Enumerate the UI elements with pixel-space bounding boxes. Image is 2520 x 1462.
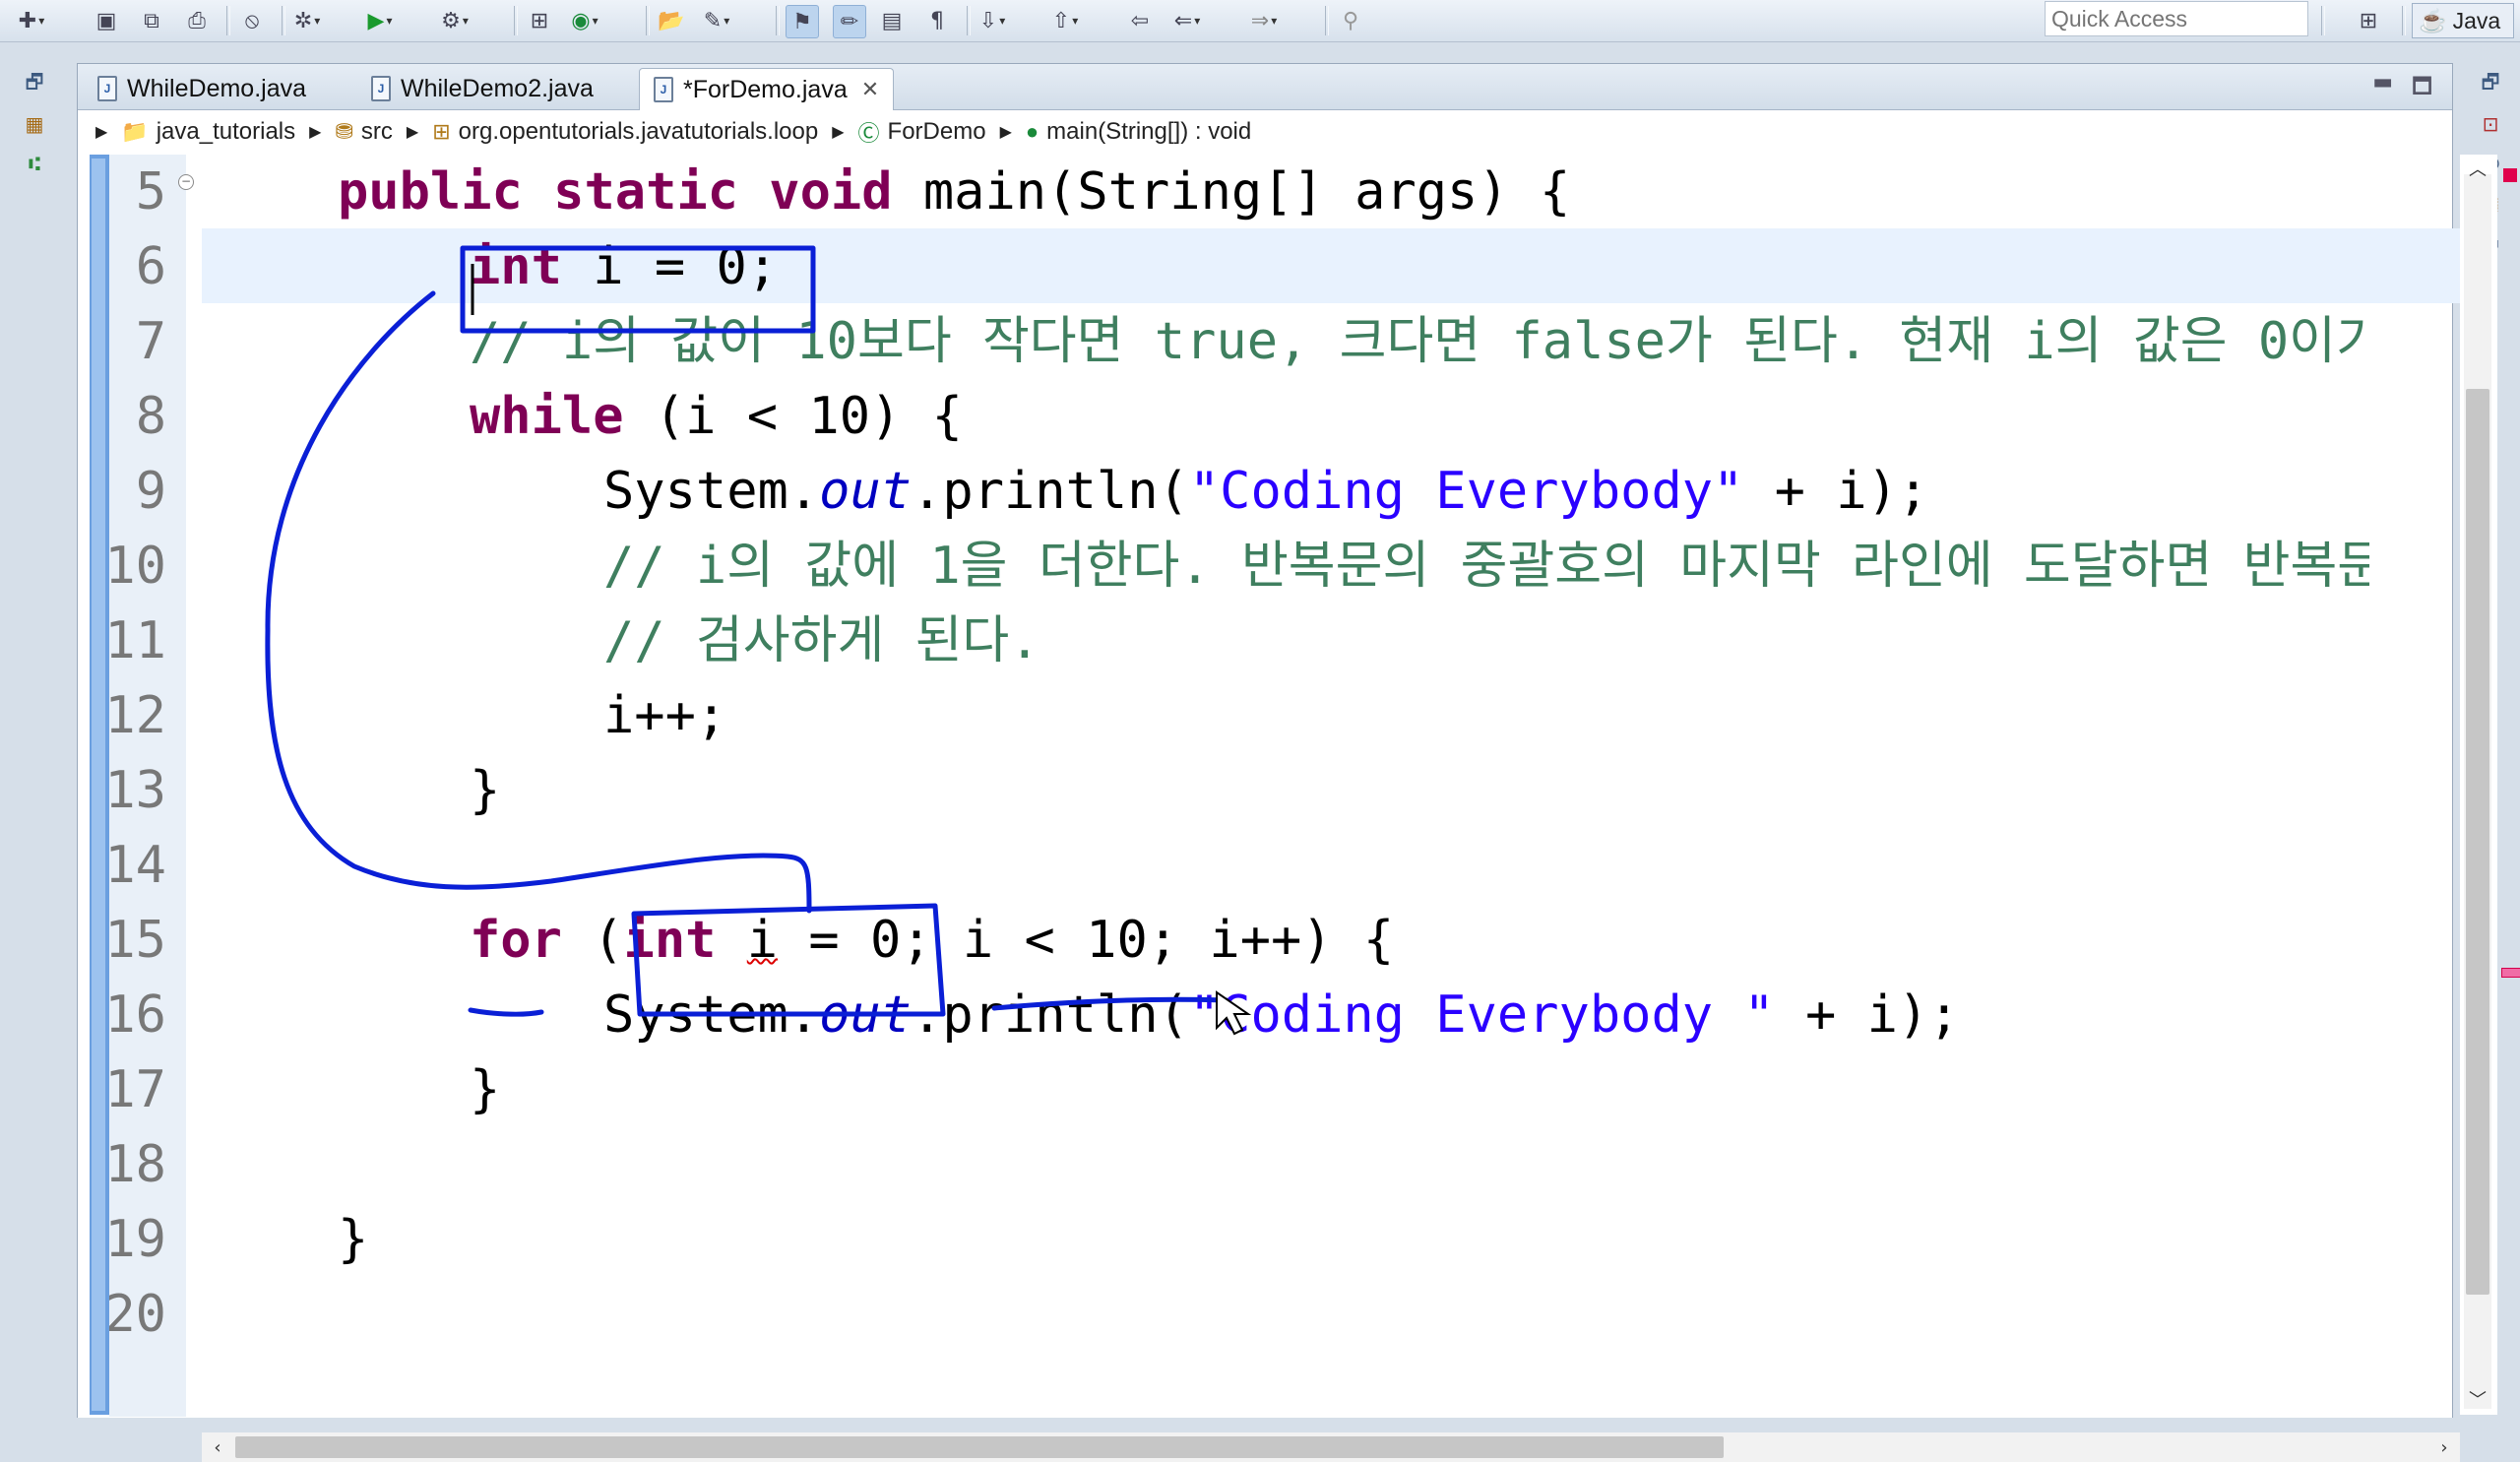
left-trim-stack: 🗗 ▦ ⑆ — [0, 63, 69, 211]
java-file-icon: J — [97, 76, 117, 101]
save-icon[interactable]: ▣ — [91, 5, 122, 36]
breadcrumb-src[interactable]: ⛃ src — [335, 118, 392, 146]
toggle-highlight-icon[interactable]: ✏ — [833, 5, 866, 38]
method-icon: ● — [1025, 119, 1040, 144]
code-line-19: } — [338, 1210, 369, 1269]
open-type-icon[interactable]: 📂 — [656, 5, 687, 36]
code-line-13: } — [470, 761, 501, 820]
forward-icon[interactable]: ⇒ ▾ — [1248, 5, 1280, 36]
code-line-5: public static void main(String[] args) { — [338, 162, 1571, 222]
open-perspective-icon[interactable]: ⊞ — [2353, 5, 2384, 36]
tab-label: WhileDemo2.java — [401, 74, 594, 102]
toggle-mark-occurrences-icon[interactable]: ⚑ — [786, 5, 819, 38]
tab-label: *ForDemo.java — [683, 75, 848, 103]
type-hierarchy-icon[interactable]: ⑆ — [15, 146, 54, 181]
chevron-up-icon[interactable]: ︿ — [2464, 159, 2491, 182]
chevron-right-icon: ▶ — [309, 124, 322, 141]
chevron-right-icon: ▶ — [95, 124, 108, 141]
quick-diff-ruler-inner — [92, 159, 105, 1411]
code-line-10: // i의 값에 1을 더한다. 반복문의 중괄호의 마지막 라인에 도달하면 … — [603, 537, 2369, 596]
previous-annotation-icon[interactable]: ⇧ ▾ — [1049, 5, 1081, 36]
code-line-6: int i = 0; — [470, 237, 779, 296]
vertical-scrollbar-thumb[interactable] — [2466, 389, 2489, 1295]
quick-access-input[interactable] — [2045, 1, 2308, 36]
minimize-icon[interactable]: ▬ — [2372, 70, 2393, 95]
new-package-icon[interactable]: ⊞ — [524, 5, 555, 36]
back-icon[interactable]: ⇐ ▾ — [1171, 5, 1203, 36]
java-editor: J WhileDemo.java J WhileDemo2.java J *Fo… — [77, 63, 2520, 1462]
chevron-left-icon[interactable]: ‹ — [204, 1434, 231, 1462]
project-icon: 📁 — [121, 119, 149, 144]
last-edit-location-icon[interactable]: ⇦ — [1124, 5, 1156, 36]
tab-whiledemo[interactable]: J WhileDemo.java — [84, 68, 320, 109]
editor-tab-bar: J WhileDemo.java J WhileDemo2.java J *Fo… — [78, 64, 2452, 110]
close-icon[interactable]: ✕ — [861, 77, 879, 102]
outline-icon[interactable]: ⊡ — [2471, 106, 2510, 142]
code-line-12: i++; — [603, 686, 727, 745]
error-line-marker[interactable] — [2501, 968, 2520, 978]
code-line-8: while (i < 10) { — [470, 387, 963, 446]
java-perspective-button[interactable]: ☕ Java — [2412, 3, 2514, 38]
print-icon[interactable]: ⎙ — [181, 5, 213, 36]
error-overview-marker[interactable] — [2503, 168, 2517, 182]
breadcrumb-package[interactable]: ⊞ org.opentutorials.javatutorials.loop — [432, 118, 818, 146]
chevron-right-icon: ▶ — [999, 124, 1012, 141]
code-area[interactable]: 5 6 7 8 9 10 11 12 13 14 15 16 17 18 19 … — [78, 155, 2460, 1417]
restore-icon-right[interactable]: 🗗 — [2471, 67, 2510, 102]
breadcrumb-class[interactable]: Ⓒ ForDemo — [858, 116, 986, 148]
java-file-icon: J — [371, 76, 391, 101]
breadcrumb: ▶ 📁 java_tutorials ▶ ⛃ src ▶ ⊞ org.opent… — [78, 110, 2452, 154]
show-whitespace-icon[interactable]: ¶ — [921, 5, 953, 36]
java-perspective-label: Java — [2452, 7, 2501, 33]
new-icon[interactable]: ✚ ▾ — [16, 5, 47, 36]
chevron-right-icon: ▶ — [832, 124, 845, 141]
code-line-9: System.out.println("Coding Everybody" + … — [603, 462, 1929, 521]
code-line-11: // 검사하게 된다. — [603, 611, 1040, 670]
java-perspective-icon: ☕ — [2419, 7, 2447, 33]
source-folder-icon: ⛃ — [335, 119, 353, 144]
search-icon[interactable]: ✎ ▾ — [701, 5, 732, 36]
code-line-7: // i의 값이 10보다 작다면 true, 크다면 false가 된다. 현… — [470, 312, 2369, 371]
code-line-15: for (int i = 0; i < 10; i++) { — [470, 911, 1395, 970]
tab-label: WhileDemo.java — [127, 74, 307, 102]
new-class-icon[interactable]: ◉ ▾ — [569, 5, 600, 36]
maximize-icon[interactable]: 🗖 — [2412, 70, 2432, 107]
breadcrumb-project[interactable]: 📁 java_tutorials — [121, 118, 295, 146]
tab-whiledemo2[interactable]: J WhileDemo2.java — [357, 68, 607, 109]
breadcrumb-method[interactable]: ● main(String[]) : void — [1026, 118, 1251, 146]
java-file-icon: J — [654, 77, 673, 102]
package-explorer-icon[interactable]: ▦ — [15, 106, 54, 142]
fold-collapse-icon[interactable]: − — [178, 174, 194, 190]
next-annotation-icon[interactable]: ⇩ ▾ — [976, 5, 1008, 36]
save-all-icon[interactable]: ⧉ — [136, 5, 167, 36]
external-tools-icon[interactable]: ⚙ ▾ — [439, 5, 471, 36]
package-icon: ⊞ — [432, 119, 451, 144]
restore-icon[interactable]: 🗗 — [15, 67, 54, 102]
code-line-16: System.out.println("Coding Everybody " +… — [603, 985, 1960, 1045]
class-icon: Ⓒ — [857, 121, 880, 146]
pin-editor-icon[interactable]: ⚲ — [1335, 5, 1366, 36]
chevron-down-icon[interactable]: ﹀ — [2464, 1389, 2491, 1413]
code-line-17: } — [470, 1060, 501, 1119]
chevron-right-icon[interactable]: › — [2430, 1434, 2458, 1462]
main-toolbar: ✚ ▾ ▣ ⧉ ⎙ ⦸ ✲ ▾ ▶ ▾ ⚙ ▾ ⊞ ◉ ▾ 📂 ✎ ▾ ⚑ ✏ ▤ ¶ ⇩ ▾… — [0, 0, 2520, 42]
block-selection-icon[interactable]: ▤ — [876, 5, 908, 36]
chevron-right-icon: ▶ — [406, 124, 419, 141]
skip-breakpoints-icon[interactable]: ⦸ — [236, 5, 268, 36]
horizontal-scrollbar-thumb[interactable] — [235, 1436, 1724, 1458]
debug-icon[interactable]: ✲ ▾ — [291, 5, 323, 36]
run-icon[interactable]: ▶ ▾ — [364, 5, 396, 36]
tab-fordemo[interactable]: J *ForDemo.java ✕ — [639, 68, 895, 110]
